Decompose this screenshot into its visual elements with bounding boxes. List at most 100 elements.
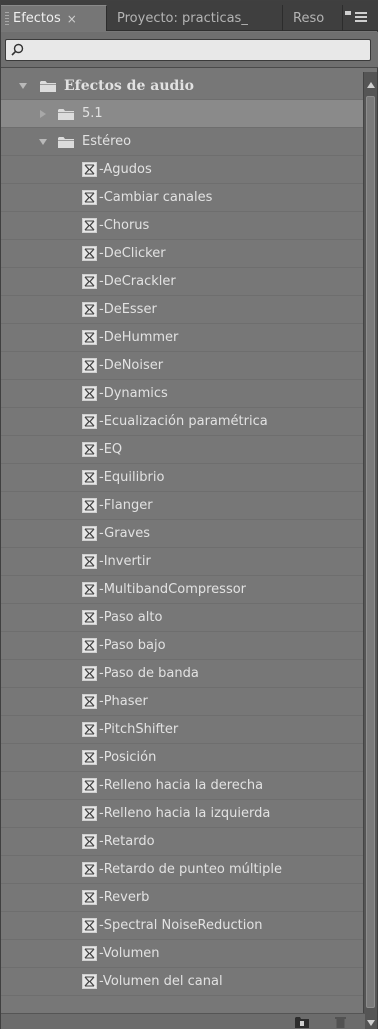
tab-close-icon[interactable]: × (67, 12, 77, 26)
search-icon (11, 43, 24, 56)
effect-item[interactable]: -Relleno hacia la derecha (1, 772, 365, 800)
audio-effect-icon (82, 834, 97, 849)
effect-label: -DeEsser (99, 302, 157, 317)
tab-label: Proyecto: practicas_ (117, 10, 248, 26)
audio-effect-icon (82, 162, 97, 177)
panel-menu-icon[interactable] (345, 8, 367, 26)
new-bin-icon[interactable] (295, 1016, 309, 1028)
audio-effect-icon (82, 470, 97, 485)
effect-item[interactable]: -Ecualización paramétrica (1, 408, 365, 436)
effect-item[interactable]: -Reverb (1, 884, 365, 912)
effect-label: -DeHummer (99, 330, 179, 345)
effect-item[interactable]: -Dynamics (1, 380, 365, 408)
tab-label: Efectos (13, 11, 61, 26)
effect-label: -EQ (99, 442, 123, 457)
panel-footer (1, 1013, 365, 1029)
vertical-scrollbar[interactable] (363, 72, 377, 1029)
effect-item[interactable]: -DeNoiser (1, 352, 365, 380)
effect-item[interactable]: -PitchShifter (1, 716, 365, 744)
effect-item[interactable]: -DeHummer (1, 324, 365, 352)
effects-panel: Efectos × Proyecto: practicas_ Reso Efec… (0, 0, 378, 1029)
audio-effect-icon (82, 722, 97, 737)
tab-recursos[interactable]: Reso (283, 5, 343, 31)
effect-item[interactable]: -Relleno hacia la izquierda (1, 800, 365, 828)
effect-label: -Agudos (99, 162, 152, 177)
audio-effect-icon (82, 806, 97, 821)
effect-item[interactable]: -Phaser (1, 688, 365, 716)
audio-effect-icon (82, 750, 97, 765)
expanded-arrow-icon[interactable] (38, 137, 48, 147)
effect-label: -DeCrackler (99, 274, 176, 289)
effect-item[interactable]: -Equilibrio (1, 464, 365, 492)
effect-label: -Invertir (99, 554, 151, 569)
audio-effect-icon (82, 302, 97, 317)
collapsed-arrow-icon[interactable] (38, 109, 48, 119)
tab-grip-icon[interactable] (5, 11, 9, 26)
effect-item[interactable]: -MultibandCompressor (1, 576, 365, 604)
effect-item[interactable]: -Volumen (1, 940, 365, 968)
audio-effect-icon (82, 974, 97, 989)
tree-folder-efectos-de-audio[interactable]: Efectos de audio (1, 72, 365, 100)
effect-label: -Paso de banda (99, 666, 199, 681)
effect-label: -DeClicker (99, 246, 166, 261)
tab-efectos[interactable]: Efectos × (1, 5, 107, 31)
effect-label: -PitchShifter (99, 722, 179, 737)
effect-item[interactable]: -Paso bajo (1, 632, 365, 660)
folder-icon (58, 136, 74, 148)
effect-item[interactable]: -Posición (1, 744, 365, 772)
effect-item[interactable]: -DeEsser (1, 296, 365, 324)
effect-item[interactable]: -Spectral NoiseReduction (1, 912, 365, 940)
expanded-arrow-icon[interactable] (18, 81, 28, 91)
effect-item[interactable]: -Retardo (1, 828, 365, 856)
effect-item[interactable]: -DeCrackler (1, 268, 365, 296)
effect-item[interactable]: -Invertir (1, 548, 365, 576)
effect-item[interactable]: -Volumen del canal (1, 968, 365, 996)
effect-label: -Retardo (99, 834, 155, 849)
effect-label: -DeNoiser (99, 358, 164, 373)
scroll-up-arrow-icon[interactable] (367, 82, 375, 88)
effect-label: -Graves (99, 526, 151, 541)
effect-label: -Reverb (99, 890, 150, 905)
tree-folder-5-1[interactable]: 5.1 (1, 100, 365, 128)
effect-label: -Equilibrio (99, 470, 165, 485)
audio-effect-icon (82, 778, 97, 793)
audio-effect-icon (82, 274, 97, 289)
effects-tree: Efectos de audio 5.1 Estéreo -Agudos -Cam… (1, 72, 365, 1013)
audio-effect-icon (82, 498, 97, 513)
audio-effect-icon (82, 358, 97, 373)
tree-folder-label: Efectos de audio (64, 77, 194, 94)
effect-label: -Posición (99, 750, 157, 765)
tab-proyecto[interactable]: Proyecto: practicas_ (107, 5, 283, 31)
audio-effect-icon (82, 554, 97, 569)
effect-label: -Volumen del canal (99, 974, 223, 989)
effect-item[interactable]: -Flanger (1, 492, 365, 520)
effect-item[interactable]: -Graves (1, 520, 365, 548)
effect-item[interactable]: -Agudos (1, 156, 365, 184)
effect-item[interactable]: -EQ (1, 436, 365, 464)
audio-effect-icon (82, 946, 97, 961)
effect-label: -Cambiar canales (99, 190, 213, 205)
scroll-down-arrow-icon[interactable] (367, 1020, 375, 1026)
audio-effect-icon (82, 666, 97, 681)
trash-icon[interactable] (335, 1016, 346, 1028)
effect-label: -Spectral NoiseReduction (99, 918, 263, 933)
effect-item[interactable]: -Paso alto (1, 604, 365, 632)
tree-folder-estereo[interactable]: Estéreo (1, 128, 365, 156)
effect-label: -Dynamics (99, 386, 168, 401)
effect-label: -Relleno hacia la izquierda (99, 806, 271, 821)
audio-effect-icon (82, 246, 97, 261)
effect-item[interactable]: -Retardo de punteo múltiple (1, 856, 365, 884)
effect-item[interactable]: -Cambiar canales (1, 184, 365, 212)
effect-label: -Phaser (99, 694, 148, 709)
search-input[interactable] (5, 39, 371, 61)
tab-bar: Efectos × Proyecto: practicas_ Reso (1, 1, 378, 31)
effect-item[interactable]: -Paso de banda (1, 660, 365, 688)
audio-effect-icon (82, 862, 97, 877)
effect-label: -MultibandCompressor (99, 582, 247, 597)
audio-effect-icon (82, 218, 97, 233)
effect-item[interactable]: -Chorus (1, 212, 365, 240)
effect-item[interactable]: -DeClicker (1, 240, 365, 268)
tree-folder-label: Estéreo (82, 134, 132, 149)
scroll-thumb[interactable] (366, 96, 375, 1008)
audio-effect-icon (82, 638, 97, 653)
